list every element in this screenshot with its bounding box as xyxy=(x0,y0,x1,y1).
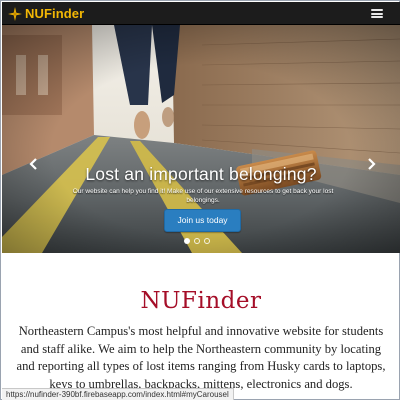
carousel-indicator[interactable] xyxy=(204,238,210,244)
carousel-caption-title: Lost an important belonging? xyxy=(85,164,317,184)
carousel-indicator[interactable] xyxy=(184,238,190,244)
browser-frame: NUFinder Lost an important belonging? Ou… xyxy=(0,0,400,400)
intro-section: NUFinder Northeastern Campus's most help… xyxy=(1,253,400,400)
carousel-caption-text: Our website can help you find it! Make u… xyxy=(72,188,334,204)
brand-link[interactable]: NUFinder xyxy=(8,5,84,22)
link-status-bar: https://nufinder-390bf.firebaseapp.com/i… xyxy=(2,388,234,400)
intro-description: Northeastern Campus's most helpful and i… xyxy=(16,324,386,391)
page-heading: NUFinder xyxy=(140,288,262,314)
carousel-indicators xyxy=(184,238,210,244)
hamburger-menu-icon[interactable] xyxy=(371,9,383,18)
hero-carousel: Lost an important belonging? Our website… xyxy=(2,25,400,253)
top-navbar: NUFinder xyxy=(2,2,400,25)
brand-name: NUFinder xyxy=(25,6,85,21)
join-us-button[interactable]: Join us today xyxy=(164,209,241,232)
carousel-indicator[interactable] xyxy=(194,238,200,244)
compass-star-icon xyxy=(8,6,22,21)
